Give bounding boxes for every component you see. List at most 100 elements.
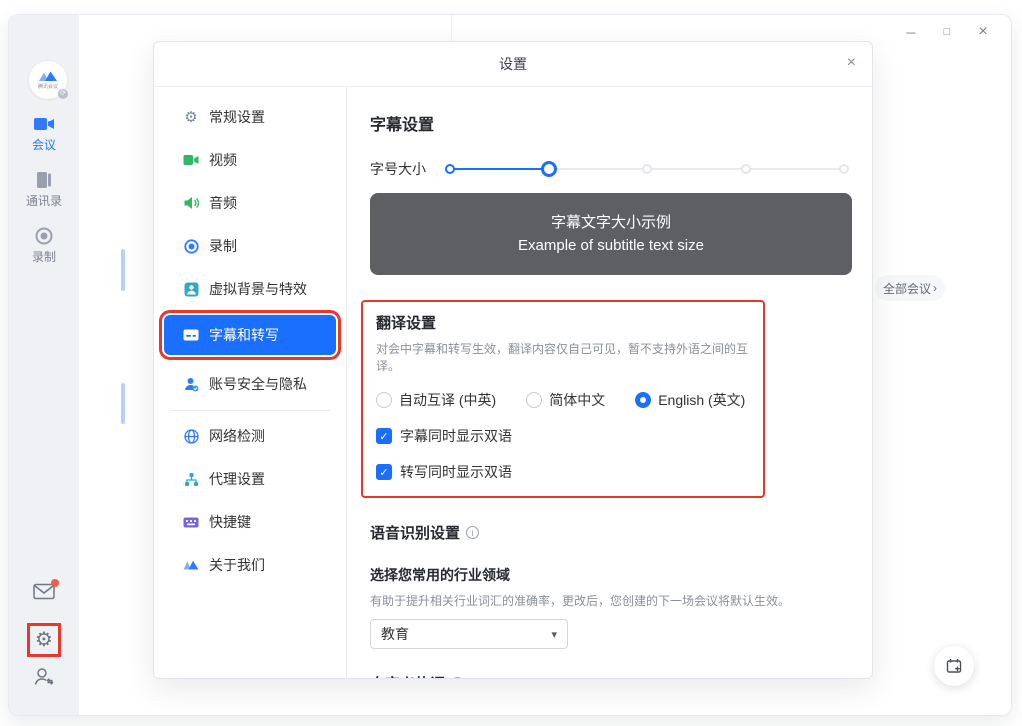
menu-item-network-check[interactable]: 网络检测 — [164, 419, 336, 453]
radio-checked-icon[interactable] — [635, 392, 652, 408]
sync-badge-icon: ⟳ — [57, 88, 69, 100]
industry-dropdown-value: 教育 — [381, 626, 409, 642]
subtitle-card-icon — [183, 327, 199, 343]
checkbox-checked-icon[interactable]: ✓ — [376, 464, 392, 480]
rail-item-recordings[interactable]: 录制 — [9, 227, 79, 265]
rail-item-label: 会议 — [31, 138, 56, 152]
network-tree-icon — [183, 471, 199, 487]
settings-content: 字幕设置 字号大小 字幕文字大小示例 Example of subtitle t… — [347, 87, 872, 678]
menu-item-proxy[interactable]: 代理设置 — [164, 462, 336, 496]
radio-english[interactable]: English (英文) — [635, 390, 745, 410]
inbox-button[interactable] — [9, 579, 79, 600]
checkbox-transcript-bilingual[interactable]: ✓ 转写同时显示双语 — [376, 462, 750, 482]
custom-hotwords-heading-row: 自定义热词 i — [370, 673, 852, 678]
all-meetings-link[interactable]: 全部会议 › — [874, 275, 945, 301]
translation-heading: 翻译设置 — [376, 315, 437, 332]
record-circle-icon — [35, 227, 53, 245]
user-avatar[interactable]: 腾讯会议 ⟳ — [29, 61, 69, 100]
rail-item-label: 通讯录 — [25, 194, 62, 208]
rail-item-meetings[interactable]: 会议 — [9, 115, 79, 153]
notification-dot — [51, 579, 59, 587]
font-size-slider[interactable] — [445, 161, 849, 177]
rail-item-contacts[interactable]: 通讯录 — [9, 171, 79, 209]
switch-account-button[interactable] — [9, 667, 79, 687]
tencent-meeting-logo-icon — [183, 557, 199, 573]
minimize-button[interactable]: ─ — [893, 19, 929, 45]
font-size-row: 字号大小 — [370, 159, 852, 179]
rail-item-label: 录制 — [31, 250, 56, 264]
industry-field-label: 选择您常用的行业领域 — [370, 567, 510, 583]
radio-icon[interactable] — [526, 392, 543, 408]
radio-auto-translate[interactable]: 自动互译 (中英) — [376, 390, 496, 410]
radio-label: 简体中文 — [549, 392, 606, 408]
close-window-button[interactable]: × — [965, 19, 1001, 45]
meeting-camera-icon — [32, 115, 56, 133]
industry-dropdown[interactable]: 教育 ▾ — [370, 619, 568, 649]
radio-label: English (英文) — [658, 392, 746, 408]
info-icon[interactable]: i — [466, 526, 480, 539]
maximize-button[interactable]: □ — [929, 19, 965, 45]
menu-item-shortcuts[interactable]: 快捷键 — [164, 505, 336, 539]
slider-stop-5[interactable] — [839, 164, 849, 174]
checkbox-checked-icon[interactable]: ✓ — [376, 428, 392, 444]
dialog-header: 设置 × — [154, 42, 872, 87]
menu-item-general[interactable]: ⚙ 常规设置 — [164, 100, 336, 134]
radio-simplified-chinese[interactable]: 简体中文 — [526, 390, 605, 410]
checkbox-label: 字幕同时显示双语 — [400, 428, 512, 444]
font-size-label: 字号大小 — [370, 161, 426, 177]
menu-item-account-security[interactable]: 账号安全与隐私 — [164, 367, 336, 401]
subtitle-settings-heading: 字幕设置 — [370, 117, 435, 134]
settings-dialog: 设置 × ⚙ 常规设置 视频 音频 录制 虚拟背景与特效 字幕和转写 账号安全与… — [153, 41, 873, 679]
checkbox-label: 转写同时显示双语 — [400, 464, 512, 480]
tencent-meeting-logo-icon — [38, 70, 58, 82]
window-controls: ─ □ × — [893, 19, 1001, 45]
mail-icon — [33, 579, 59, 600]
sidebar: 腾讯会议 ⟳ 会议 通讯录 录制 ⚙ — [9, 15, 79, 715]
subtitle-preview-box: 字幕文字大小示例 Example of subtitle text size — [370, 193, 852, 275]
menu-item-about[interactable]: 关于我们 — [164, 548, 336, 582]
translation-language-radios: 自动互译 (中英) 简体中文 English (英文) — [376, 390, 750, 410]
schedule-meeting-button[interactable] — [934, 646, 974, 686]
menu-item-audio[interactable]: 音频 — [164, 186, 336, 220]
preview-line-zh: 字幕文字大小示例 — [550, 214, 671, 231]
info-icon[interactable]: i — [451, 677, 465, 678]
menu-item-label: 虚拟背景与特效 — [209, 281, 307, 297]
slider-stop-3[interactable] — [642, 164, 652, 174]
menu-item-label: 字幕和转写 — [209, 327, 279, 343]
minimize-icon: ─ — [906, 24, 916, 40]
menu-item-label: 录制 — [209, 238, 237, 254]
maximize-icon: □ — [943, 26, 951, 38]
menu-item-captions-transcription[interactable]: 字幕和转写 — [159, 310, 341, 360]
close-icon: × — [978, 23, 988, 40]
slider-thumb[interactable] — [540, 161, 557, 177]
radio-icon[interactable] — [376, 392, 392, 408]
menu-item-label: 网络检测 — [209, 428, 265, 444]
translation-description: 对会中字幕和转写生效，翻译内容仅自己可见，暂不支持外语之间的互译。 — [376, 342, 749, 373]
slider-stop-1[interactable] — [445, 164, 455, 174]
dialog-close-button[interactable]: × — [847, 54, 856, 72]
slider-fill — [450, 168, 549, 170]
speech-recognition-heading-row: 语音识别设置 i — [370, 522, 852, 543]
menu-item-label: 代理设置 — [209, 471, 265, 487]
dialog-title: 设置 — [499, 56, 527, 72]
settings-button[interactable]: ⚙ — [9, 623, 79, 657]
menu-item-virtual-background[interactable]: 虚拟背景与特效 — [164, 272, 336, 306]
user-switch-icon — [33, 667, 55, 687]
menu-item-label: 视频 — [209, 152, 237, 168]
background-panel-divider — [451, 15, 452, 41]
custom-hotwords-heading: 自定义热词 — [370, 673, 445, 678]
menu-item-label: 快捷键 — [209, 514, 251, 530]
industry-field-description: 有助于提升相关行业词汇的准确率，更改后，您创建的下一场会议将默认生效。 — [370, 594, 791, 608]
checkbox-subtitle-bilingual[interactable]: ✓ 字幕同时显示双语 — [376, 426, 750, 446]
radio-label: 自动互译 (中英) — [399, 392, 497, 408]
account-security-icon — [183, 376, 199, 392]
record-circle-icon — [183, 238, 199, 254]
annotation-box-translation: 翻译设置 对会中字幕和转写生效，翻译内容仅自己可见，暂不支持外语之间的互译。 自… — [361, 300, 765, 498]
menu-item-label: 常规设置 — [209, 109, 265, 125]
menu-item-label: 关于我们 — [209, 557, 265, 573]
speaker-icon — [183, 195, 199, 211]
menu-item-label: 账号安全与隐私 — [209, 376, 307, 392]
menu-item-recording[interactable]: 录制 — [164, 229, 336, 263]
menu-item-video[interactable]: 视频 — [164, 143, 336, 177]
slider-stop-4[interactable] — [740, 164, 751, 174]
